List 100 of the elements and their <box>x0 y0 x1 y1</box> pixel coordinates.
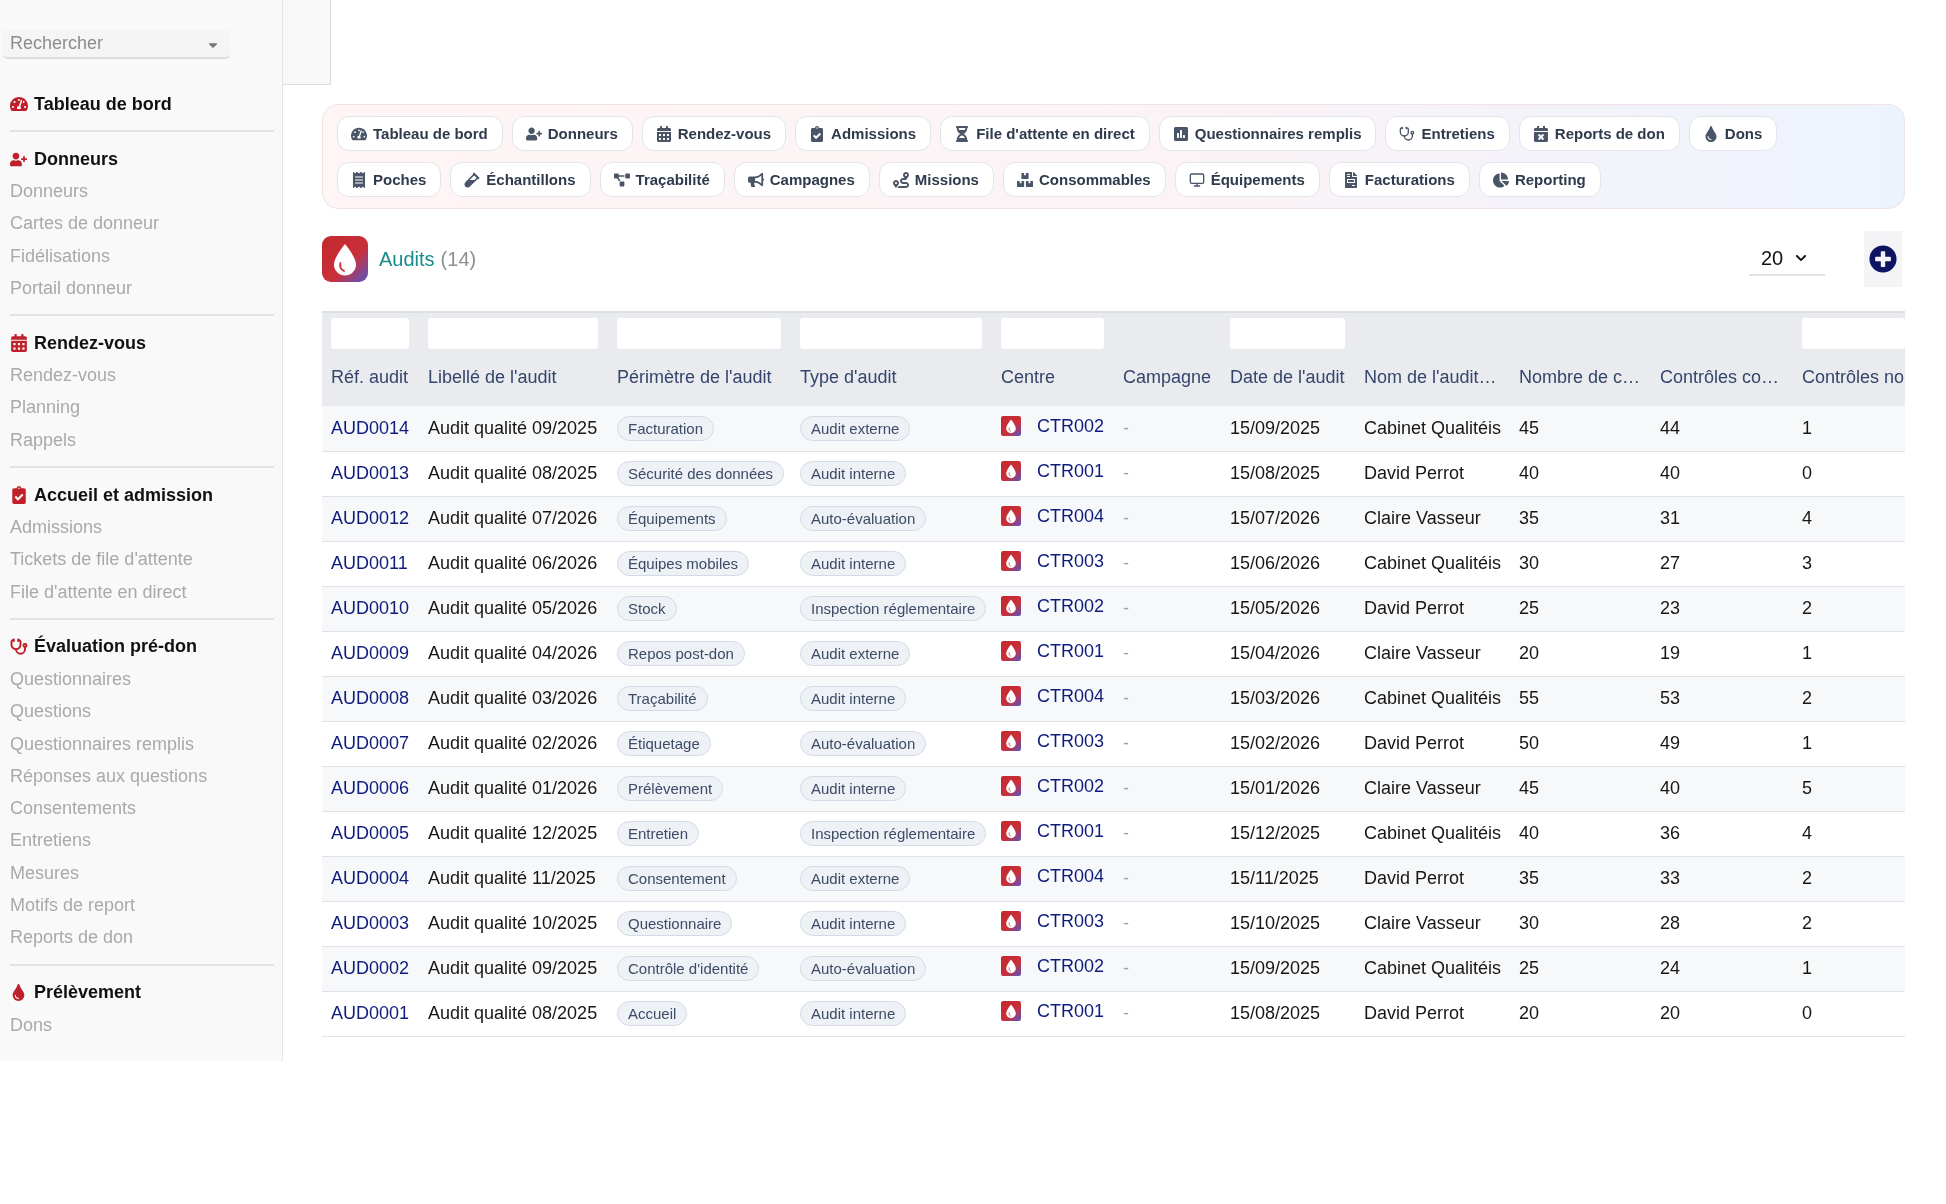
audit-type-tag: Auto-évaluation <box>800 731 927 756</box>
centre-link[interactable]: CTR004 <box>1037 865 1105 887</box>
count-text: 35 <box>1519 868 1540 888</box>
centre-link[interactable]: CTR002 <box>1037 595 1105 617</box>
audit-ref-link[interactable]: AUD0001 <box>331 1003 410 1023</box>
scope-tag: Contrôle d'identité <box>617 956 760 981</box>
count-text: 53 <box>1660 688 1681 708</box>
nav-tab[interactable]: Reporting <box>1478 162 1601 197</box>
audit-ref-link[interactable]: AUD0007 <box>331 733 410 753</box>
drop-icon <box>1001 776 1021 797</box>
centre-link[interactable]: CTR002 <box>1037 955 1105 977</box>
drop-icon <box>1001 866 1021 887</box>
nav-tab[interactable]: Admissions <box>795 116 932 151</box>
audit-ref-link[interactable]: AUD0005 <box>331 823 410 843</box>
nav-tab[interactable]: Traçabilité <box>599 162 725 197</box>
auditor-name: Claire Vasseur <box>1364 508 1481 528</box>
count-text: 3 <box>1802 553 1812 573</box>
scope-tag: Questionnaire <box>617 911 733 936</box>
centre-link[interactable]: CTR004 <box>1037 505 1105 527</box>
nav-tab[interactable]: Dons <box>1688 116 1778 151</box>
audit-date: 15/01/2026 <box>1230 778 1321 798</box>
audit-ref-link[interactable]: AUD0011 <box>331 553 408 573</box>
hourglass-icon <box>954 125 971 142</box>
menu-heading[interactable]: Évaluation pré-don <box>10 630 274 663</box>
auditor-name: Cabinet Qualitéis <box>1364 958 1502 978</box>
centre-link[interactable]: CTR002 <box>1037 775 1105 797</box>
nav-tab[interactable]: Missions <box>878 162 994 197</box>
count-text: 1 <box>1802 417 1812 438</box>
test-tube-icon <box>464 171 481 188</box>
column-header: Contrôles co… <box>1660 367 1780 387</box>
nav-tab[interactable]: Donneurs <box>511 116 633 151</box>
count-text: 4 <box>1802 823 1812 843</box>
nav-tab[interactable]: Questionnaires remplis <box>1158 116 1377 151</box>
centre-link[interactable]: CTR002 <box>1037 415 1105 437</box>
clipboard-check-icon <box>809 125 826 142</box>
menu-heading-label: Rendez-vous <box>34 332 147 354</box>
audit-ref-link[interactable]: AUD0014 <box>331 417 410 438</box>
nav-tab[interactable]: Entretiens <box>1385 116 1510 151</box>
menu-heading-label: Donneurs <box>34 148 118 170</box>
count-text: 44 <box>1660 417 1681 438</box>
audit-type-tag: Audit externe <box>800 866 911 891</box>
audit-title: Audit qualité 09/2025 <box>428 417 598 438</box>
audit-title: Audit qualité 10/2025 <box>428 913 598 933</box>
audit-ref-link[interactable]: AUD0004 <box>331 868 410 888</box>
nav-tab[interactable]: File d'attente en direct <box>940 116 1150 151</box>
nav-tab[interactable]: Reports de don <box>1518 116 1680 151</box>
auditor-name: Claire Vasseur <box>1364 643 1481 663</box>
menu-heading[interactable]: Donneurs <box>10 143 274 175</box>
auditor-name: Cabinet Qualitéis <box>1364 553 1502 573</box>
count-text: 35 <box>1519 508 1540 528</box>
audit-ref-link[interactable]: AUD0013 <box>331 463 410 483</box>
count-text: 20 <box>1519 643 1540 663</box>
drop-icon <box>1001 551 1021 572</box>
menu-heading[interactable]: Accueil et admission <box>10 479 274 512</box>
campaign-text: - <box>1123 688 1129 708</box>
audit-ref-link[interactable]: AUD0010 <box>331 598 410 618</box>
count-text: 25 <box>1519 958 1540 978</box>
search-field[interactable]: Rechercher <box>3 30 230 59</box>
scope-tag: Repos post-don <box>617 641 745 666</box>
nav-tab[interactable]: Rendez-vous <box>641 116 787 151</box>
centre-link[interactable]: CTR001 <box>1037 820 1105 842</box>
bar-chart-icon <box>1172 125 1189 142</box>
menu-heading[interactable]: Prélèvement <box>10 976 274 1009</box>
nav-tab[interactable]: Consommables <box>1002 162 1166 197</box>
drop-icon <box>1001 821 1021 842</box>
route-icon <box>892 171 909 188</box>
menu-heading[interactable]: Rendez-vous <box>10 327 274 360</box>
audit-type-tag: Audit interne <box>800 911 907 936</box>
centre-link[interactable]: CTR001 <box>1037 460 1105 482</box>
user-plus-icon <box>525 125 542 142</box>
audit-ref-link[interactable]: AUD0002 <box>331 958 410 978</box>
audit-ref-link[interactable]: AUD0008 <box>331 688 410 708</box>
add-button[interactable] <box>1864 231 1902 287</box>
centre-link[interactable]: CTR003 <box>1037 550 1105 572</box>
audit-ref-link[interactable]: AUD0012 <box>331 508 410 528</box>
audit-ref-link[interactable]: AUD0009 <box>331 643 410 663</box>
count-text: 55 <box>1519 688 1540 708</box>
centre-link[interactable]: CTR001 <box>1037 640 1105 662</box>
page-size-select[interactable]: 20 <box>1749 242 1825 276</box>
drop-icon <box>1001 731 1021 752</box>
centre-link[interactable]: CTR004 <box>1037 685 1105 707</box>
nav-tab[interactable]: Échantillons <box>450 162 591 197</box>
count-text: 45 <box>1519 778 1540 798</box>
nav-tab[interactable]: Facturations <box>1328 162 1470 197</box>
drop-icon <box>322 236 368 282</box>
centre-link[interactable]: CTR001 <box>1037 1000 1105 1022</box>
audit-title: Audit qualité 11/2025 <box>428 868 596 888</box>
audit-ref-link[interactable]: AUD0006 <box>331 778 410 798</box>
audit-ref-link[interactable]: AUD0003 <box>331 913 410 933</box>
audit-type-tag: Audit interne <box>800 776 907 801</box>
count-text: 20 <box>1660 1003 1681 1023</box>
nav-tab[interactable]: Poches <box>337 162 442 197</box>
scope-tag: Étiquetage <box>617 731 711 756</box>
record-count: (14) <box>440 247 477 271</box>
nav-tab[interactable]: Tableau de bord <box>337 116 503 151</box>
nav-tab[interactable]: Équipements <box>1174 162 1320 197</box>
nav-tab[interactable]: Campagnes <box>733 162 870 197</box>
centre-link[interactable]: CTR003 <box>1037 730 1105 752</box>
menu-heading[interactable]: Tableau de bord <box>10 88 274 120</box>
centre-link[interactable]: CTR003 <box>1037 910 1105 932</box>
